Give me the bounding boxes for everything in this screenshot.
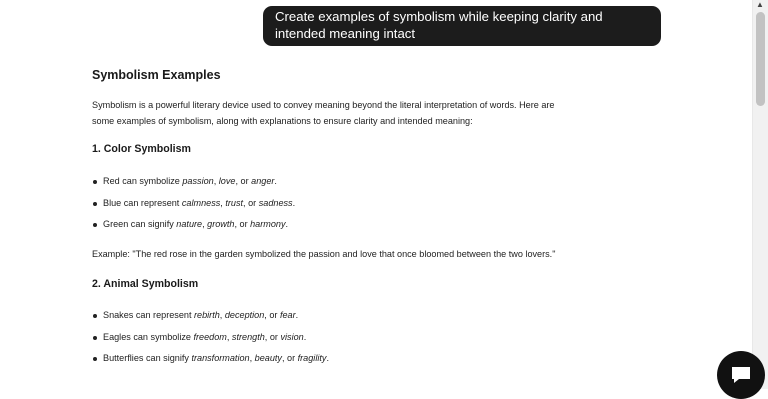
chat-bubble-icon — [732, 367, 750, 383]
list-item: Snakes can represent rebirth, deception,… — [92, 305, 329, 327]
list-item: Red can symbolize passion, love, or ange… — [92, 171, 295, 193]
prompt-line-2: intended meaning intact — [275, 25, 416, 41]
vertical-scrollbar[interactable]: ▲ — [752, 0, 768, 389]
section-heading-color: 1. Color Symbolism — [92, 143, 191, 155]
intro-line-1: Symbolism is a powerful literary device … — [92, 100, 555, 110]
list-item: Eagles can symbolize freedom, strength, … — [92, 327, 329, 349]
response-title: Symbolism Examples — [92, 68, 221, 82]
color-example-text: Example: "The red rose in the garden sym… — [92, 249, 556, 259]
chat-button[interactable] — [717, 351, 765, 399]
color-symbolism-list: Red can symbolize passion, love, or ange… — [92, 171, 295, 236]
user-prompt-bubble: Create examples of symbolism while keepi… — [263, 6, 661, 46]
list-item: Blue can represent calmness, trust, or s… — [92, 193, 295, 215]
intro-paragraph: Symbolism is a powerful literary device … — [92, 97, 647, 129]
prompt-line-1: Create examples of symbolism while keepi… — [275, 9, 603, 24]
list-item: Butterflies can signify transformation, … — [92, 348, 329, 370]
animal-symbolism-list: Snakes can represent rebirth, deception,… — [92, 305, 329, 370]
scroll-up-arrow-icon[interactable]: ▲ — [756, 0, 764, 9]
list-item: Green can signify nature, growth, or har… — [92, 214, 295, 236]
scrollbar-thumb[interactable] — [756, 12, 765, 106]
section-heading-animal: 2. Animal Symbolism — [92, 278, 199, 290]
intro-line-2: some examples of symbolism, along with e… — [92, 116, 473, 126]
